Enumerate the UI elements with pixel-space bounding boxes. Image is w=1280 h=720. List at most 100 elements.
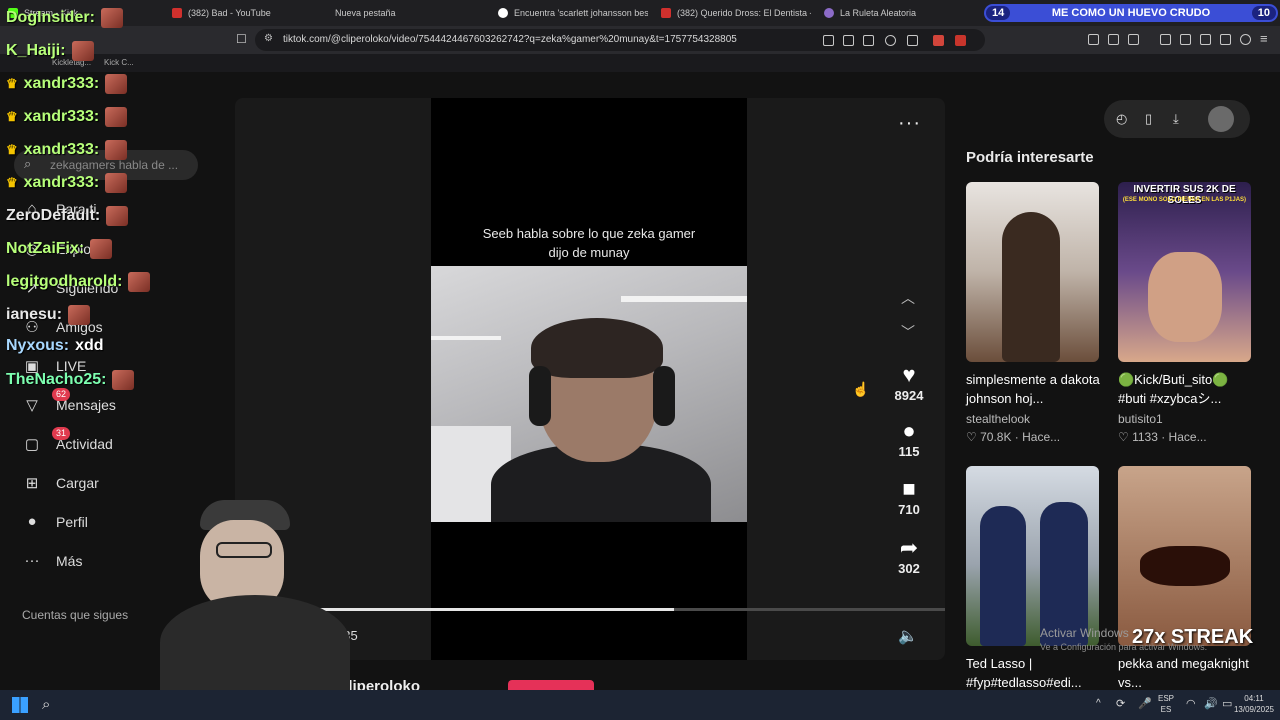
- crown-badge-icon: ♛: [6, 142, 18, 157]
- more-options-icon[interactable]: ···: [898, 112, 921, 135]
- sidebar-item-mensajes[interactable]: ▽ 62 Mensajes: [22, 388, 116, 414]
- emote-icon: [100, 8, 123, 28]
- card-user[interactable]: butisito1: [1118, 412, 1163, 426]
- youtube-favicon-icon: [661, 8, 671, 18]
- heart-icon: ♥: [902, 362, 916, 387]
- bookmark-star-icon[interactable]: ☐: [236, 32, 247, 46]
- video-progress-bar[interactable]: [285, 608, 945, 611]
- thumb-figure: [1040, 502, 1088, 646]
- recommendation-thumb[interactable]: [1118, 466, 1251, 646]
- sidebar-item-actividad[interactable]: ▢ 31 Actividad: [22, 427, 113, 453]
- ai-icon[interactable]: [1220, 34, 1231, 45]
- save-button[interactable]: ■ 710: [880, 476, 938, 517]
- recommendation-thumb[interactable]: [966, 466, 1099, 646]
- emote-icon: [105, 107, 128, 127]
- mic-icon[interactable]: 🎤: [1138, 697, 1152, 710]
- video-caption: Seeb habla sobre lo que zeka gamer dijo …: [482, 226, 696, 260]
- emote-icon: [106, 206, 129, 226]
- chat-message: ♛ xandr333:: [6, 140, 128, 160]
- comment-icon: ●: [902, 418, 916, 443]
- wifi-icon[interactable]: ◠: [1186, 697, 1196, 710]
- emote-icon: [71, 41, 94, 61]
- chat-username: xandr333:: [23, 174, 100, 191]
- reader-icon[interactable]: [823, 35, 834, 46]
- sidebar-item-perfil[interactable]: ● Perfil: [22, 513, 87, 530]
- music-icon[interactable]: [1160, 34, 1171, 45]
- bookmark-item[interactable]: Kick C...: [104, 58, 134, 67]
- zoom-icon[interactable]: [885, 35, 896, 46]
- coin-icon[interactable]: ◴: [1116, 111, 1127, 127]
- card-title[interactable]: simplesmente a dakota johnson hoj...: [966, 370, 1106, 408]
- wallet-icon[interactable]: [1200, 34, 1211, 45]
- speaker-icon[interactable]: 🔊: [1204, 697, 1218, 710]
- comment-button[interactable]: ● 115: [880, 418, 938, 459]
- tab-tiktok-search[interactable]: Encuentra 'scarlett johansson beso c: [498, 3, 648, 23]
- extension-icon[interactable]: [1088, 34, 1099, 45]
- profile-icon: ●: [27, 513, 37, 530]
- follow-button[interactable]: [508, 680, 594, 690]
- sidebar-item-cargar[interactable]: ⊞ Cargar: [22, 474, 99, 492]
- chat-message: TheNacho25:: [6, 370, 135, 390]
- emote-icon: [112, 370, 135, 390]
- translate-icon[interactable]: [863, 35, 874, 46]
- tab-youtube-bad[interactable]: (382) Bad - YouTube: [172, 3, 322, 23]
- device-icon[interactable]: ▯: [1145, 111, 1152, 127]
- share-icon[interactable]: [907, 35, 918, 46]
- tiktok-favicon-icon: [498, 8, 508, 18]
- vpn-icon[interactable]: [1240, 34, 1251, 45]
- activity-badge: 31: [52, 427, 71, 440]
- chat-username: legitgodharold:: [6, 273, 123, 290]
- shelf: [431, 336, 501, 340]
- address-bar[interactable]: ⚙ tiktok.com/@cliperoloko/video/75444244…: [255, 29, 985, 51]
- thumb-face: [1148, 252, 1222, 342]
- card-title[interactable]: Ted Lasso | #fyp#tedlasso#edi...: [966, 654, 1106, 692]
- volume-icon[interactable]: 🔈: [898, 626, 918, 646]
- avatar[interactable]: [1208, 106, 1234, 132]
- rewards-icon[interactable]: [955, 35, 966, 46]
- language-indicator[interactable]: ESP ES: [1158, 693, 1174, 715]
- chat-message: Nyxous: xdd: [6, 337, 104, 355]
- comment-count: 115: [898, 444, 920, 459]
- sync-icon[interactable]: ⟳: [1116, 697, 1125, 710]
- brave-shield-icon[interactable]: [933, 35, 944, 46]
- chat-username: TheNacho25:: [6, 371, 107, 388]
- windows-taskbar: ⌕ ^ ⟳ 🎤 ESP ES ◠ 🔊 ▭ 04:11 13/09/2025: [0, 690, 1280, 720]
- menu-icon[interactable]: ≡: [1260, 31, 1268, 46]
- chat-message: ♛ xandr333:: [6, 74, 128, 94]
- puzzle-icon[interactable]: [1108, 34, 1119, 45]
- more-icon: ···: [24, 552, 40, 569]
- counter-widget: 14 ME COMO UN HUEVO CRUDO 10: [984, 4, 1278, 22]
- card-title[interactable]: pekka and megaknight vs...: [1118, 654, 1258, 692]
- windows-start-icon[interactable]: [12, 697, 28, 713]
- chevron-up-icon[interactable]: ︿: [901, 288, 915, 308]
- tab-youtube-dross[interactable]: (382) Querido Dross: El Dentista - Yo: [661, 3, 811, 23]
- share-button[interactable]: ➦ 302: [880, 535, 938, 576]
- like-button[interactable]: ♥ 8924: [880, 362, 938, 403]
- chat-username: DogInsider:: [6, 9, 95, 26]
- tab-new[interactable]: Nueva pestaña: [335, 3, 485, 23]
- recommendation-thumb[interactable]: INVERTIR SUS 2K DE SOLES (ESE MONO SOLO …: [1118, 182, 1251, 362]
- download-icon[interactable]: ⤓: [1173, 111, 1179, 127]
- install-icon[interactable]: [843, 35, 854, 46]
- card-title[interactable]: 🟢Kick/Buti_sito🟢 #buti #xzybcaシ...: [1118, 370, 1258, 408]
- card-user[interactable]: stealthelook: [966, 412, 1030, 426]
- screenshot-icon[interactable]: [1128, 34, 1139, 45]
- sidebar-item-mas[interactable]: ··· Más: [22, 552, 83, 569]
- search-icon[interactable]: ⌕: [42, 696, 50, 713]
- crown-badge-icon: ♛: [6, 76, 18, 91]
- card-stats: ♡ 1133 · Hace...: [1118, 430, 1207, 444]
- save-count: 710: [898, 502, 920, 517]
- chat-username: xandr333:: [23, 141, 100, 158]
- tab-ruleta[interactable]: La Ruleta Aleatoria: [824, 3, 964, 23]
- share-count: 302: [898, 561, 920, 576]
- chevron-up-icon[interactable]: ^: [1096, 698, 1101, 709]
- chevron-down-icon[interactable]: ﹀: [901, 322, 915, 342]
- recommendations-title: Podría interesarte: [966, 149, 1094, 166]
- emote-icon: [128, 272, 151, 292]
- sidebar-icon[interactable]: [1180, 34, 1191, 45]
- clock[interactable]: 04:11 13/09/2025: [1230, 693, 1278, 715]
- chat-username: NotZaiFix:: [6, 240, 85, 257]
- site-info-icon[interactable]: ⚙: [264, 33, 273, 44]
- recommendation-thumb[interactable]: [966, 182, 1099, 362]
- chat-username: xandr333:: [23, 75, 100, 92]
